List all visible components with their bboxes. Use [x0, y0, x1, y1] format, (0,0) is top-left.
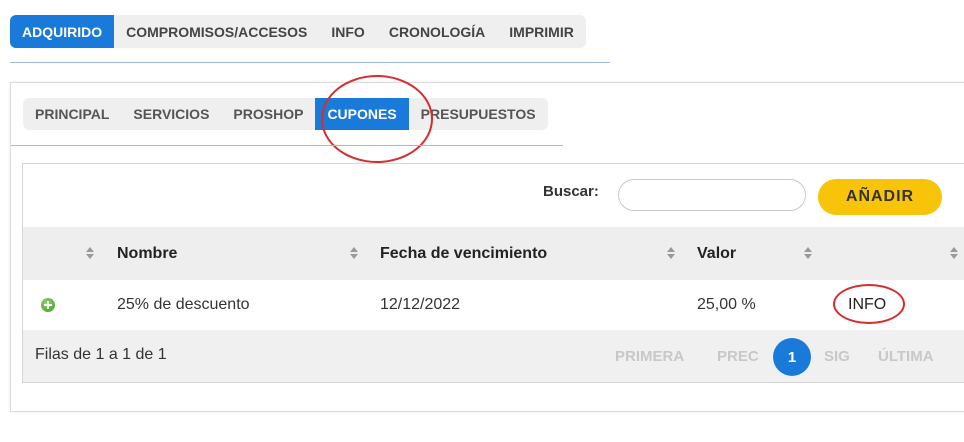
table-footer: Filas de 1 a 1 de 1 PRIMERA PREC 1 SIG Ú…	[23, 330, 964, 382]
sort-icon[interactable]	[803, 245, 813, 261]
add-button[interactable]: AÑADIR	[818, 179, 942, 215]
coupons-table-box: Buscar: AÑADIR Nombre Fecha de vencimien…	[22, 163, 964, 383]
cell-valor: 25,00 %	[697, 296, 756, 313]
sort-icon[interactable]	[85, 245, 95, 261]
table-header: Nombre Fecha de vencimiento Valor	[23, 227, 964, 280]
search-input[interactable]	[618, 179, 806, 211]
content-panel: PRINCIPAL SERVICIOS PROSHOP CUPONES PRES…	[10, 75, 964, 412]
pager-first[interactable]: PRIMERA	[615, 330, 684, 382]
tab-cronologia[interactable]: CRONOLOGÍA	[377, 15, 497, 48]
top-tabs: ADQUIRIDO COMPROMISOS/ACCESOS INFO CRONO…	[10, 15, 586, 48]
rows-info: Filas de 1 a 1 de 1	[35, 346, 167, 363]
header-nombre[interactable]: Nombre	[117, 227, 177, 280]
subtab-servicios[interactable]: SERVICIOS	[121, 98, 221, 130]
tab-info[interactable]: INFO	[319, 15, 376, 48]
header-fecha-vencimiento[interactable]: Fecha de vencimiento	[380, 227, 547, 280]
highlight-circle-cupones	[321, 75, 433, 163]
top-tabs-divider	[10, 62, 610, 63]
search-label: Buscar:	[543, 183, 599, 200]
sort-icon[interactable]	[666, 245, 676, 261]
expand-plus-icon[interactable]	[41, 298, 55, 312]
sub-tabs: PRINCIPAL SERVICIOS PROSHOP CUPONES PRES…	[23, 98, 548, 130]
tab-compromisos-accesos[interactable]: COMPROMISOS/ACCESOS	[114, 15, 319, 48]
cell-nombre: 25% de descuento	[117, 296, 250, 313]
sort-icon[interactable]	[349, 245, 359, 261]
header-valor[interactable]: Valor	[697, 227, 736, 280]
sort-icon[interactable]	[949, 245, 959, 261]
pager-next[interactable]: SIG	[824, 330, 850, 382]
tab-imprimir[interactable]: IMPRIMIR	[497, 15, 586, 48]
pager-prev[interactable]: PREC	[717, 330, 759, 382]
cell-fecha: 12/12/2022	[380, 296, 461, 313]
tab-adquirido[interactable]: ADQUIRIDO	[10, 15, 115, 48]
table-row: 25% de descuento 12/12/2022 25,00 % INFO	[23, 280, 964, 330]
subtab-principal[interactable]: PRINCIPAL	[23, 98, 121, 130]
sub-tabs-divider	[11, 145, 563, 146]
pager-page-current[interactable]: 1	[773, 338, 811, 376]
subtab-proshop[interactable]: PROSHOP	[221, 98, 315, 130]
pager-last[interactable]: ÚLTIMA	[878, 330, 934, 382]
highlight-circle-info	[833, 284, 905, 324]
